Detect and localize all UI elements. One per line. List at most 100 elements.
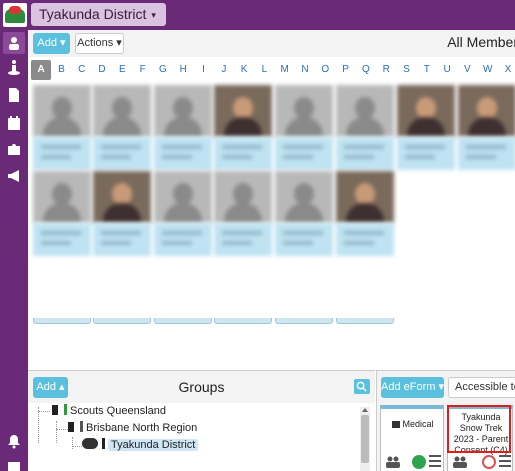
tree-item-scouts-queensland[interactable]: Scouts Queensland (52, 403, 166, 420)
member-card[interactable] (33, 171, 91, 256)
group-color-bar (80, 421, 83, 432)
selected-eform-highlight (447, 405, 511, 453)
app-logo[interactable] (3, 3, 27, 27)
member-card-edge (154, 318, 212, 324)
member-card[interactable] (214, 85, 272, 170)
letter-b[interactable]: B (51, 60, 71, 80)
actions-button[interactable]: Actions ▾ (75, 33, 124, 54)
member-photo (214, 85, 272, 137)
letter-x[interactable]: X (498, 60, 515, 80)
scroll-up-icon[interactable] (362, 408, 368, 412)
district-selector[interactable]: Tyakunda District ▾ (31, 3, 166, 26)
groups-title: Groups (178, 379, 225, 395)
member-photo (33, 85, 91, 137)
member-card[interactable] (154, 171, 212, 256)
letter-j[interactable]: J (214, 60, 234, 80)
member-name-label (397, 137, 455, 170)
menu-icon[interactable] (499, 455, 511, 469)
member-card[interactable] (275, 171, 333, 256)
member-name-label (93, 137, 151, 170)
puzzle-icon[interactable] (3, 138, 25, 160)
alphabet-filter: ABCDEFGHIJKLMNOPQRSTUVWX (31, 60, 515, 80)
member-photo (458, 85, 515, 137)
check-icon (412, 455, 426, 469)
tree-item-label: Brisbane North Region (86, 422, 198, 434)
accessibility-filter[interactable]: Accessible to m (448, 377, 515, 398)
member-card[interactable] (458, 85, 515, 170)
add-member-button[interactable]: Add ▾ (33, 33, 70, 54)
letter-t[interactable]: T (417, 60, 437, 80)
megaphone-icon[interactable] (3, 165, 25, 187)
letter-m[interactable]: M (275, 60, 295, 80)
letter-c[interactable]: C (72, 60, 92, 80)
add-eform-button[interactable]: Add eForm ▾ (381, 377, 444, 398)
members-icon[interactable] (3, 32, 25, 54)
top-bar: Tyakunda District ▾ (0, 0, 515, 30)
letter-q[interactable]: Q (356, 60, 376, 80)
member-photo (154, 171, 212, 223)
member-card[interactable] (154, 85, 212, 170)
letter-w[interactable]: W (478, 60, 498, 80)
eform-footer (381, 453, 443, 471)
member-card-edge (275, 318, 333, 324)
member-card[interactable] (275, 85, 333, 170)
member-name-label (336, 223, 394, 256)
letter-d[interactable]: D (92, 60, 112, 80)
member-card[interactable] (397, 85, 455, 170)
letter-h[interactable]: H (173, 60, 193, 80)
member-card[interactable] (33, 85, 91, 170)
lock-icon (68, 422, 74, 432)
tree-item-brisbane-north-region[interactable]: Brisbane North Region (68, 420, 197, 437)
letter-u[interactable]: U (437, 60, 457, 80)
district-label: Tyakunda District (39, 6, 147, 22)
lock-icon (52, 405, 58, 415)
document-icon[interactable] (3, 84, 25, 106)
group-tree: Scouts Queensland Brisbane North Region … (28, 403, 358, 471)
sidebar (0, 30, 28, 471)
member-photo (275, 85, 333, 137)
letter-v[interactable]: V (457, 60, 477, 80)
member-card[interactable] (93, 85, 151, 170)
letter-l[interactable]: L (254, 60, 274, 80)
menu-icon[interactable] (429, 455, 441, 469)
letter-s[interactable]: S (396, 60, 416, 80)
letter-i[interactable]: I (193, 60, 213, 80)
member-photo (275, 171, 333, 223)
member-name-label (93, 223, 151, 256)
eform-footer (448, 453, 512, 471)
hiker-icon[interactable] (3, 56, 25, 78)
member-name-label (33, 223, 91, 256)
member-name-label (458, 137, 515, 170)
letter-a[interactable]: A (31, 60, 52, 80)
member-photo (33, 171, 91, 223)
member-name-label (275, 137, 333, 170)
member-card[interactable] (336, 171, 394, 256)
calendar-check-icon[interactable] (3, 112, 25, 134)
tree-item-tyakunda-district[interactable]: Tyakunda District (82, 437, 199, 454)
clock-icon (482, 455, 496, 469)
letter-n[interactable]: N (295, 60, 315, 80)
letter-o[interactable]: O (315, 60, 335, 80)
member-name-label (154, 223, 212, 256)
letter-r[interactable]: R (376, 60, 396, 80)
member-card-edge (33, 318, 91, 324)
groups-panel: Add ▴ Groups Scouts Queensland Brisbane … (28, 370, 375, 471)
letter-p[interactable]: P (335, 60, 355, 80)
member-card[interactable] (336, 85, 394, 170)
letter-k[interactable]: K (234, 60, 254, 80)
members-icon[interactable] (385, 455, 401, 469)
search-icon[interactable] (354, 379, 370, 394)
group-color-bar (102, 438, 105, 449)
groups-scrollbar[interactable] (360, 407, 370, 471)
letter-g[interactable]: G (153, 60, 173, 80)
members-icon[interactable] (452, 455, 468, 469)
scroll-thumb[interactable] (361, 415, 369, 463)
eform-card-medical[interactable]: Medical (380, 405, 444, 471)
tray-icon[interactable] (3, 455, 25, 471)
letter-e[interactable]: E (112, 60, 132, 80)
letter-f[interactable]: F (132, 60, 152, 80)
bell-icon[interactable] (3, 430, 25, 452)
tree-item-label: Scouts Queensland (70, 405, 167, 417)
member-card[interactable] (93, 171, 151, 256)
member-card[interactable] (214, 171, 272, 256)
